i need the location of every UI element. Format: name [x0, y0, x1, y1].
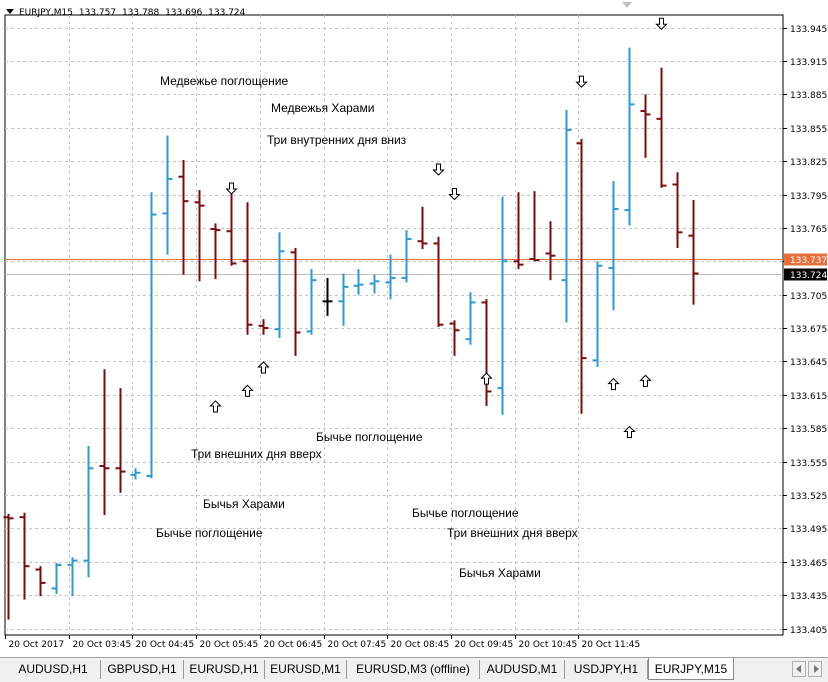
price-axis-label: 133.825 [790, 158, 827, 168]
price-axis-label: 133.795 [790, 192, 827, 202]
price-axis-label: 133.405 [790, 626, 827, 636]
tab-eurusd-m3-offline[interactable]: EURUSD,M3 (offline) [347, 660, 480, 679]
time-axis-label: 20 Oct 09:45 [455, 640, 514, 650]
tab-audusd-h1[interactable]: AUDUSD,H1 [6, 660, 101, 679]
pattern-label: Медвежья Харами [271, 101, 375, 115]
chart-tab-bar: AUDUSD,H1 GBPUSD,H1 EURUSD,H1 EURUSD,M1 … [0, 657, 828, 682]
chevron-right-icon [814, 665, 819, 673]
ohlc-close: 133.724 [208, 8, 246, 18]
tab-eurusd-h1[interactable]: EURUSD,H1 [184, 660, 265, 679]
chart-header: EURJPY,M15 133.757 133.788 133.696 133.7… [19, 8, 248, 18]
chart-shift-marker-icon[interactable] [622, 2, 632, 8]
price-axis-label: 133.645 [790, 358, 827, 368]
pattern-label: Бычье поглощение [412, 506, 519, 520]
tab-gbpusd-h1[interactable]: GBPUSD,H1 [101, 660, 184, 679]
pattern-label: Три внешних дня вверх [191, 447, 322, 461]
ohlc-low: 133.696 [165, 8, 203, 18]
chart-window[interactable]: 133.945 133.915 133.885 133.855 133.825 133.7… [0, 0, 828, 657]
tab-audusd-m1[interactable]: AUDUSD,M1 [480, 660, 565, 679]
price-axis-label: 133.585 [790, 425, 827, 435]
price-axis-label: 133.915 [790, 58, 827, 68]
chevron-left-icon [796, 665, 801, 673]
price-axis-label: 133.525 [790, 492, 827, 502]
pattern-label: Бычье поглощение [316, 430, 423, 444]
price-axis-label: 133.885 [790, 91, 827, 101]
ohlc-open: 133.757 [78, 8, 117, 18]
price-axis-label: 133.945 [790, 25, 827, 35]
time-axis-label: 20 Oct 2017 [9, 640, 65, 650]
time-axis-label: 20 Oct 08:45 [391, 640, 450, 650]
price-axis-label: 133.465 [790, 559, 827, 569]
pattern-label: Бычья Харами [459, 566, 541, 580]
bid-price-label: 133.724 [790, 271, 827, 281]
time-axis-label: 20 Oct 10:45 [519, 640, 578, 650]
ask-price-label: 133.737 [790, 256, 827, 266]
time-axis-label: 20 Oct 07:45 [328, 640, 387, 650]
pattern-label: Медвежье поглощение [160, 74, 289, 88]
price-axis-label: 133.855 [790, 125, 827, 135]
price-axis-label: 133.435 [790, 592, 827, 602]
pattern-label: Три внешних дня вверх [447, 526, 578, 540]
plot-area [4, 14, 784, 636]
price-axis-label: 133.675 [790, 325, 827, 335]
time-axis-label: 20 Oct 05:45 [200, 640, 259, 650]
pattern-label: Три внутренних дня вниз [267, 133, 407, 147]
pattern-label: Бычья Харами [203, 497, 285, 511]
price-axis-label: 133.615 [790, 392, 827, 402]
time-axis-label: 20 Oct 11:45 [582, 640, 641, 650]
pattern-label: Бычье поглощение [156, 526, 263, 540]
tab-scroll-left-button[interactable] [792, 661, 806, 677]
time-axis-label: 20 Oct 06:45 [264, 640, 323, 650]
tab-eurusd-m1[interactable]: EURUSD,M1 [265, 660, 347, 679]
price-axis-label: 133.495 [790, 525, 827, 535]
symbol-period: EURJPY,M15 [19, 8, 73, 18]
ohlc-high: 133.788 [121, 8, 160, 18]
tab-eurjpy-m15[interactable]: EURJPY,M15 [648, 658, 734, 680]
tab-scroll-right-button[interactable] [808, 661, 822, 677]
time-axis-label: 20 Oct 03:45 [73, 640, 132, 650]
price-axis-label: 133.555 [790, 459, 827, 469]
chart-menu-arrow-icon[interactable] [6, 9, 14, 14]
time-axis-label: 20 Oct 04:45 [136, 640, 195, 650]
price-axis-label: 133.765 [790, 225, 827, 235]
price-axis-label: 133.705 [790, 292, 827, 302]
tab-usdjpy-h1[interactable]: USDJPY,H1 [565, 660, 648, 679]
price-chart[interactable]: 133.945 133.915 133.885 133.855 133.825 133.7… [0, 0, 828, 657]
